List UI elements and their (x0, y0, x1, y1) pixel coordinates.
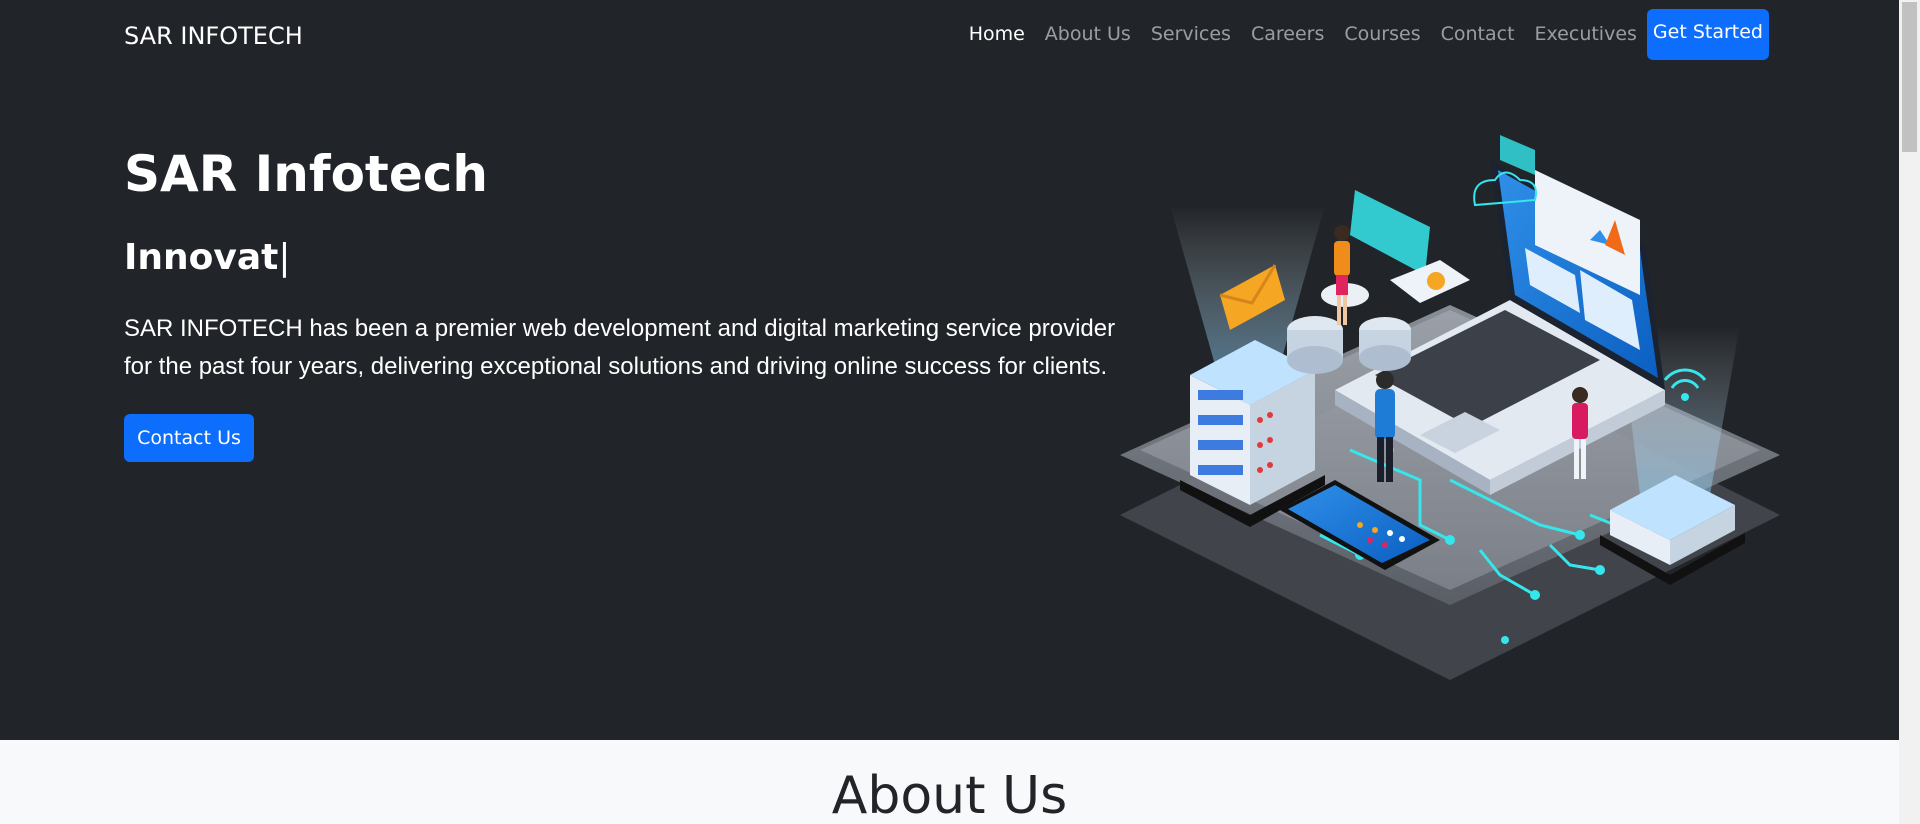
brand-logo[interactable]: SAR INFOTECH (124, 20, 303, 52)
contact-us-button[interactable]: Contact Us (124, 414, 254, 462)
hero-title: SAR Infotech (124, 145, 488, 203)
typed-text: Innovat (124, 237, 279, 278)
hero-description: SAR INFOTECH has been a premier web deve… (124, 315, 1116, 380)
nav-link-home[interactable]: Home (969, 8, 1025, 60)
nav-menu: Home About Us Services Careers Courses C… (969, 8, 1769, 60)
nav-link-services[interactable]: Services (1151, 8, 1231, 60)
typing-cursor: | (278, 237, 291, 278)
nav-link-executives[interactable]: Executives (1535, 8, 1637, 60)
nav-link-careers[interactable]: Careers (1251, 8, 1324, 60)
page-scrollbar[interactable] (1899, 0, 1920, 824)
page: SAR INFOTECH Home About Us Services Care… (0, 0, 1899, 824)
navbar: SAR INFOTECH Home About Us Services Care… (0, 0, 1899, 72)
scrollbar-thumb[interactable] (1902, 2, 1917, 152)
nav-link-contact[interactable]: Contact (1441, 8, 1515, 60)
nav-link-about-us[interactable]: About Us (1045, 8, 1131, 60)
about-title: About Us (831, 766, 1068, 824)
hero-typed-subtitle: Innovat| (124, 234, 291, 282)
get-started-button[interactable]: Get Started (1646, 8, 1769, 60)
isometric-tech-illustration-icon (1120, 135, 1780, 680)
about-section: About Us (0, 740, 1899, 824)
nav-link-courses[interactable]: Courses (1344, 8, 1420, 60)
